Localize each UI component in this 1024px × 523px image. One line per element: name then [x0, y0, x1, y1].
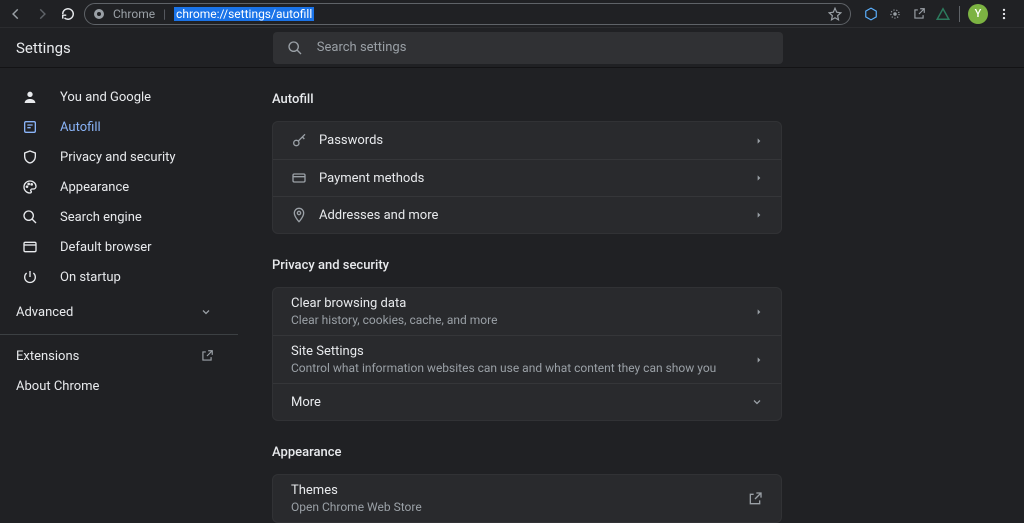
- extensions-label: Extensions: [16, 349, 79, 364]
- chevron-right-icon: [755, 355, 763, 365]
- sidebar-item-appearance[interactable]: Appearance: [0, 172, 238, 202]
- url-separator: |: [163, 7, 166, 21]
- search-icon: [287, 40, 303, 56]
- row-label: Themes: [291, 483, 747, 498]
- sidebar-item-label: Default browser: [60, 240, 152, 255]
- row-themes[interactable]: Themes Open Chrome Web Store: [273, 475, 781, 522]
- about-label: About Chrome: [16, 379, 99, 394]
- open-external-icon: [747, 491, 763, 507]
- extension-icons: Y: [857, 4, 1018, 24]
- chevron-right-icon: [755, 173, 763, 183]
- sidebar-item-label: You and Google: [60, 90, 151, 105]
- appearance-card: Themes Open Chrome Web Store: [272, 474, 782, 523]
- chevron-right-icon: [755, 210, 763, 220]
- extension-icon-2[interactable]: [887, 6, 903, 22]
- row-subtitle: Control what information websites can us…: [291, 361, 755, 375]
- sidebar-item-label: Autofill: [60, 120, 101, 135]
- settings-header: Settings: [0, 28, 1024, 68]
- row-subtitle: Clear history, cookies, cache, and more: [291, 313, 755, 327]
- sidebar-advanced-toggle[interactable]: Advanced: [0, 296, 238, 328]
- row-label: Site Settings: [291, 344, 755, 359]
- palette-icon: [20, 179, 40, 195]
- section-title-privacy: Privacy and security: [272, 258, 1024, 273]
- settings-content[interactable]: Autofill Passwords Payment methods Addre…: [238, 68, 1024, 523]
- row-label: Addresses and more: [319, 208, 755, 223]
- privacy-card: Clear browsing data Clear history, cooki…: [272, 287, 782, 421]
- row-label: More: [291, 395, 751, 410]
- url-text: chrome://settings/autofill: [174, 7, 314, 21]
- row-passwords[interactable]: Passwords: [273, 122, 781, 159]
- row-clear-browsing-data[interactable]: Clear browsing data Clear history, cooki…: [273, 288, 781, 335]
- sidebar-item-label: On startup: [60, 270, 121, 285]
- site-info-icon: [93, 8, 105, 20]
- sidebar-item-search-engine[interactable]: Search engine: [0, 202, 238, 232]
- sidebar-item-label: Privacy and security: [60, 150, 176, 165]
- row-label: Payment methods: [319, 171, 755, 186]
- sidebar-item-privacy[interactable]: Privacy and security: [0, 142, 238, 172]
- browser-icon: [20, 239, 40, 255]
- sidebar-separator: [0, 334, 238, 335]
- chevron-right-icon: [755, 136, 763, 146]
- row-subtitle: Open Chrome Web Store: [291, 500, 747, 514]
- person-icon: [20, 89, 40, 105]
- chevron-down-icon: [751, 396, 763, 408]
- sidebar-item-default-browser[interactable]: Default browser: [0, 232, 238, 262]
- sidebar-item-label: Search engine: [60, 210, 142, 225]
- row-payment-methods[interactable]: Payment methods: [273, 159, 781, 196]
- sidebar-item-autofill[interactable]: Autofill: [0, 112, 238, 142]
- sidebar-item-you-and-google[interactable]: You and Google: [0, 82, 238, 112]
- reload-button[interactable]: [58, 4, 78, 24]
- autofill-card: Passwords Payment methods Addresses and …: [272, 121, 782, 234]
- row-addresses[interactable]: Addresses and more: [273, 196, 781, 233]
- row-label: Passwords: [319, 133, 755, 148]
- toolbar-divider: [959, 6, 960, 22]
- url-chip: Chrome: [113, 7, 155, 21]
- card-icon: [291, 170, 319, 186]
- sidebar-item-on-startup[interactable]: On startup: [0, 262, 238, 292]
- browser-toolbar: Chrome | chrome://settings/autofill Y: [0, 0, 1024, 28]
- settings-search[interactable]: [273, 32, 783, 64]
- search-input[interactable]: [317, 40, 769, 55]
- advanced-label: Advanced: [16, 305, 73, 320]
- sidebar-item-label: Appearance: [60, 180, 129, 195]
- section-title-autofill: Autofill: [272, 92, 1024, 107]
- shield-icon: [20, 149, 40, 165]
- extension-icon-3[interactable]: [911, 6, 927, 22]
- power-icon: [20, 269, 40, 285]
- chevron-right-icon: [755, 307, 763, 317]
- autofill-icon: [20, 119, 40, 135]
- chevron-down-icon: [200, 306, 212, 318]
- sidebar-extensions-link[interactable]: Extensions: [0, 341, 238, 371]
- row-label: Clear browsing data: [291, 296, 755, 311]
- avatar-initial: Y: [975, 7, 982, 20]
- settings-sidebar: You and Google Autofill Privacy and secu…: [0, 68, 238, 523]
- row-more[interactable]: More: [273, 383, 781, 420]
- forward-button[interactable]: [32, 4, 52, 24]
- menu-button[interactable]: [996, 6, 1012, 22]
- search-icon: [20, 209, 40, 225]
- row-site-settings[interactable]: Site Settings Control what information w…: [273, 335, 781, 383]
- extension-icon-4[interactable]: [935, 6, 951, 22]
- address-bar[interactable]: Chrome | chrome://settings/autofill: [84, 3, 851, 25]
- section-title-appearance: Appearance: [272, 445, 1024, 460]
- key-icon: [291, 133, 319, 149]
- extension-icon-1[interactable]: [863, 6, 879, 22]
- open-external-icon: [200, 349, 214, 363]
- location-icon: [291, 207, 319, 223]
- back-button[interactable]: [6, 4, 26, 24]
- bookmark-star-icon[interactable]: [828, 7, 842, 21]
- page-title: Settings: [16, 39, 71, 57]
- sidebar-about-link[interactable]: About Chrome: [0, 371, 238, 401]
- profile-avatar[interactable]: Y: [968, 4, 988, 24]
